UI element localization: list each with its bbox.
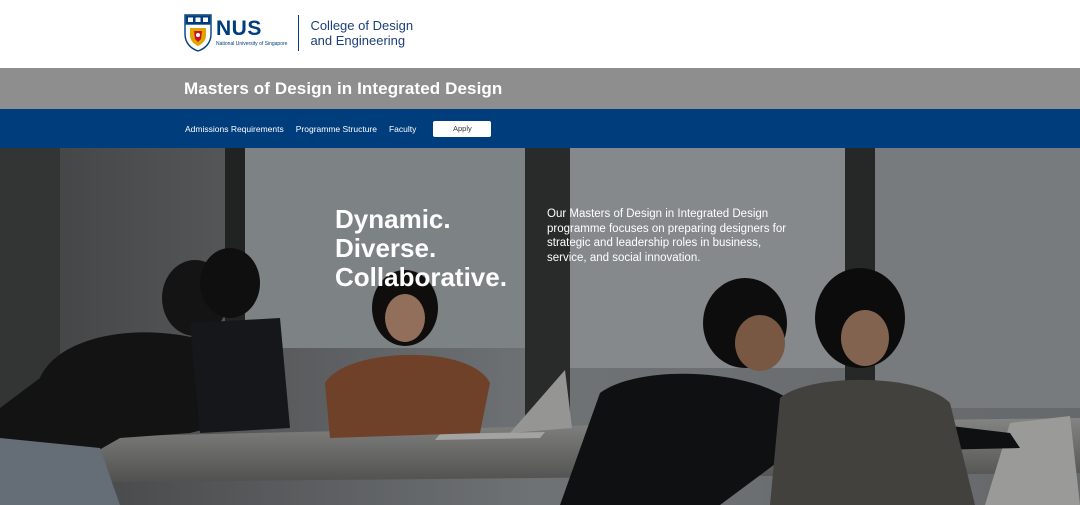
nus-wordmark: NUS National University of Singapore (216, 14, 287, 52)
page-title: Masters of Design in Integrated Design (184, 79, 503, 98)
hero-description: Our Masters of Design in Integrated Desi… (547, 208, 787, 264)
nus-wordmark-text: NUS (216, 17, 262, 40)
programme-title-bar: Masters of Design in Integrated Design (0, 68, 1080, 109)
headline-line-3: Collaborative. (335, 262, 507, 292)
nus-crest-icon (184, 14, 212, 52)
site-header: NUS National University of Singapore Col… (0, 0, 1080, 68)
nav-link-programme-structure[interactable]: Programme Structure (296, 124, 377, 134)
logo-divider (298, 15, 300, 51)
nav-link-admissions-requirements[interactable]: Admissions Requirements (185, 124, 284, 134)
nus-wordmark-subtext: National University of Singapore (216, 41, 288, 47)
apply-button[interactable]: Apply (433, 120, 492, 137)
headline-line-1: Dynamic. (335, 204, 451, 234)
hero-overlay (0, 148, 1080, 505)
headline-line-2: Diverse. (335, 233, 437, 263)
nav-items: Admissions Requirements Programme Struct… (185, 109, 492, 148)
college-name: College of Design and Engineering (310, 18, 414, 48)
programme-nav: Admissions Requirements Programme Struct… (0, 109, 1080, 148)
hero-headline: Dynamic. Diverse. Collaborative. (335, 205, 507, 292)
hero-banner: Dynamic. Diverse. Collaborative. Our Mas… (0, 148, 1080, 505)
nus-cde-logo[interactable]: NUS National University of Singapore Col… (184, 13, 420, 53)
nav-link-faculty[interactable]: Faculty (389, 124, 416, 134)
